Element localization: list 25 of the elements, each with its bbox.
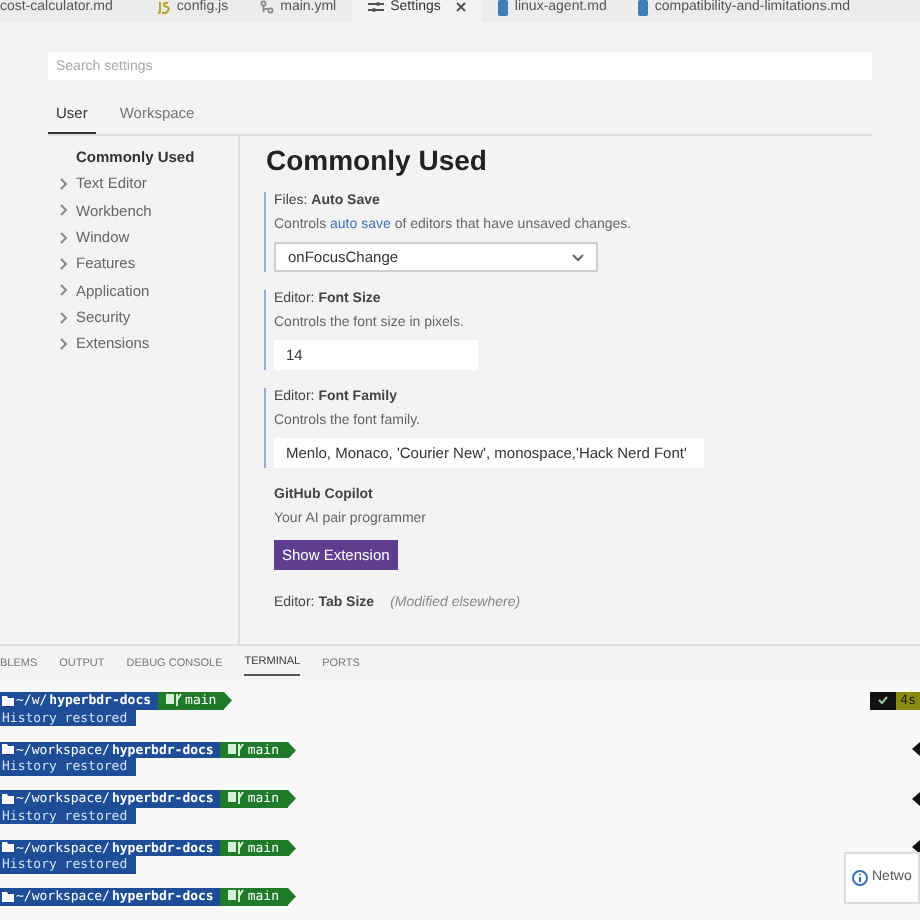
segment-arrow-icon — [224, 692, 233, 710]
branch-icon — [165, 694, 182, 707]
segment-arrow-icon — [287, 888, 295, 906]
branch-icon — [227, 792, 244, 805]
check-icon — [878, 696, 889, 705]
segment-arrow-icon — [287, 741, 295, 759]
page-heading: Commonly Used — [266, 144, 489, 177]
branch-icon — [227, 743, 244, 756]
close-icon[interactable] — [456, 2, 467, 13]
folder-icon — [2, 891, 14, 902]
chevron-right-icon — [60, 284, 68, 297]
info-icon — [852, 870, 868, 886]
branch-icon — [227, 841, 244, 854]
segment-arrow-icon — [287, 790, 295, 808]
segment-arrow-icon — [912, 840, 920, 855]
segment-arrow-icon — [912, 742, 920, 757]
js-file-icon — [156, 1, 171, 14]
segment-arrow-icon — [912, 791, 920, 806]
markdown-icon — [638, 0, 649, 16]
chevron-down-icon — [572, 253, 584, 262]
settings-icon — [368, 0, 385, 15]
segment-arrow-icon — [287, 839, 295, 857]
markdown-icon — [498, 0, 509, 16]
branch-icon — [260, 0, 275, 15]
branch-icon — [227, 890, 244, 903]
